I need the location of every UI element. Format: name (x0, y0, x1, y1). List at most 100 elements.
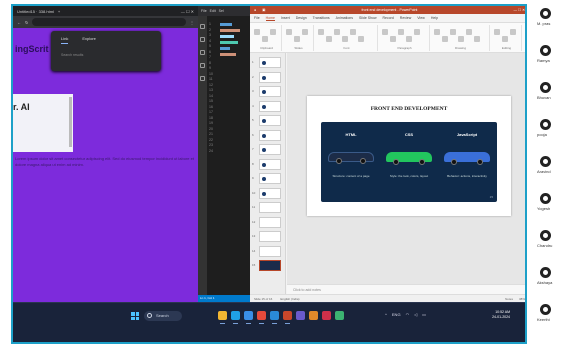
slide-thumbnail[interactable] (259, 173, 281, 184)
battery-icon[interactable]: ▭ (422, 312, 426, 317)
explorer-icon[interactable] (200, 24, 205, 29)
run-icon[interactable] (200, 63, 205, 68)
slide-thumbnail[interactable] (259, 158, 281, 170)
ppt-window-controls[interactable]: — ☐ ✕ (513, 8, 525, 12)
source-control-icon[interactable] (200, 50, 205, 55)
chevron-up-icon[interactable]: ^ (385, 312, 387, 317)
taskbar-search[interactable]: Search (144, 311, 182, 321)
ribbon-command-icon[interactable] (494, 29, 500, 35)
ribbon-command-icon[interactable] (442, 36, 448, 42)
search-icon[interactable] (200, 37, 205, 42)
autosave-icon[interactable]: ● (254, 8, 256, 12)
participant-tile[interactable]: Chandru (527, 230, 563, 248)
ribbon-tab-transitions[interactable]: Transitions (313, 16, 330, 20)
ribbon-tab-record[interactable]: Record (383, 16, 394, 20)
url-input[interactable] (32, 18, 186, 26)
popup-tab-link[interactable]: Link (61, 36, 69, 44)
participant-tile[interactable]: Akshaya (527, 267, 563, 285)
ribbon-command-icon[interactable] (302, 29, 308, 35)
app-icon[interactable] (335, 311, 344, 320)
ribbon-command-icon[interactable] (450, 29, 456, 35)
ribbon-command-icon[interactable] (398, 29, 404, 35)
slide-thumbnail[interactable] (259, 86, 281, 97)
ribbon-command-icon[interactable] (318, 29, 324, 35)
store-icon[interactable] (244, 311, 253, 320)
participant-tile[interactable]: Keerthi (527, 304, 563, 322)
ribbon-command-icon[interactable] (466, 29, 472, 35)
ribbon-command-icon[interactable] (294, 36, 300, 42)
vscode-icon[interactable] (270, 311, 279, 320)
slide-thumbnail[interactable] (259, 71, 281, 83)
ribbon-command-icon[interactable] (358, 36, 364, 42)
popup-tab-explore[interactable]: Explore (82, 36, 96, 44)
slide-thumbnail[interactable] (259, 129, 281, 141)
reload-icon[interactable]: ↻ (25, 20, 28, 25)
new-tab-icon[interactable]: + (58, 9, 60, 14)
editor-menu-file[interactable]: File (201, 9, 207, 13)
ribbon-command-icon[interactable] (406, 36, 412, 42)
window-controls-icon[interactable]: — ☐ ✕ (181, 9, 198, 14)
extensions-icon[interactable] (200, 76, 205, 81)
slide-thumbnail[interactable] (259, 115, 281, 126)
ribbon-command-icon[interactable] (254, 29, 260, 35)
wifi-icon[interactable]: ◠ (406, 312, 410, 317)
back-icon[interactable]: ← (17, 20, 21, 25)
ribbon-command-icon[interactable] (334, 29, 340, 35)
save-icon[interactable]: ▣ (262, 8, 265, 12)
participant-tile[interactable]: M. pras (527, 8, 563, 26)
volume-icon[interactable]: ◁ (414, 312, 417, 317)
browser-tab[interactable]: Untitled15 · 338.html (17, 9, 54, 14)
slide-thumbnail[interactable] (259, 187, 281, 199)
ribbon-command-icon[interactable] (286, 29, 292, 35)
edge-icon[interactable] (231, 311, 240, 320)
slide-thumbnail[interactable] (259, 216, 281, 228)
menu-icon[interactable]: ⋮ (190, 20, 194, 25)
ribbon-command-icon[interactable] (502, 36, 508, 42)
language-indicator[interactable]: English (India) (280, 297, 299, 301)
ribbon-tab-slide-show[interactable]: Slide Show (359, 16, 377, 20)
teams-icon[interactable] (296, 311, 305, 320)
slide-thumbnail[interactable] (259, 245, 281, 257)
ribbon-tab-home[interactable]: Home (265, 16, 275, 21)
slide-thumbnail[interactable] (259, 231, 281, 242)
language-indicator[interactable]: ENG (392, 312, 401, 317)
start-button[interactable] (131, 312, 139, 320)
current-slide[interactable]: FRONT END DEVELOPMENT 15 HTML Structure: … (307, 96, 511, 216)
code-area[interactable] (220, 22, 240, 59)
editor-menu-selection[interactable]: Sel (219, 9, 224, 13)
participant-tile[interactable]: pooja (527, 119, 563, 137)
slide-thumbnail[interactable] (259, 57, 281, 68)
ribbon-tab-file[interactable]: File (254, 16, 260, 20)
ribbon-tab-view[interactable]: View (417, 16, 425, 20)
slide-thumbnail[interactable] (259, 144, 281, 155)
ribbon-command-icon[interactable] (390, 36, 396, 42)
mail-icon[interactable] (309, 311, 318, 320)
ribbon-command-icon[interactable] (434, 29, 440, 35)
ribbon-command-icon[interactable] (474, 36, 480, 42)
zoom-level[interactable]: 38% (519, 297, 525, 301)
participant-tile[interactable]: Bhuvan (527, 82, 563, 100)
card-scrollbar[interactable] (69, 97, 72, 147)
ribbon-tab-animations[interactable]: Animations (336, 16, 353, 20)
ribbon-command-icon[interactable] (326, 36, 332, 42)
chrome-icon[interactable] (257, 311, 266, 320)
participant-tile[interactable]: Ramya (527, 45, 563, 63)
ribbon-tab-design[interactable]: Design (296, 16, 307, 20)
ribbon-command-icon[interactable] (262, 36, 268, 42)
photos-icon[interactable] (322, 311, 331, 320)
notes-toggle[interactable]: Notes (505, 297, 513, 301)
ribbon-command-icon[interactable] (270, 29, 276, 35)
participant-tile[interactable]: Aravind (527, 156, 563, 174)
files-icon[interactable] (218, 311, 227, 320)
ribbon-command-icon[interactable] (342, 36, 348, 42)
ribbon-tab-insert[interactable]: Insert (281, 16, 290, 20)
slide-thumbnail[interactable] (259, 202, 281, 213)
powerpoint-icon[interactable] (283, 311, 292, 320)
ribbon-command-icon[interactable] (414, 29, 420, 35)
slide-thumbnail[interactable] (259, 260, 281, 271)
ribbon-command-icon[interactable] (350, 29, 356, 35)
ribbon-command-icon[interactable] (458, 36, 464, 42)
ribbon-tab-help[interactable]: Help (431, 16, 438, 20)
slide-thumbnail[interactable] (259, 100, 281, 112)
participant-tile[interactable]: Yogesh (527, 193, 563, 211)
